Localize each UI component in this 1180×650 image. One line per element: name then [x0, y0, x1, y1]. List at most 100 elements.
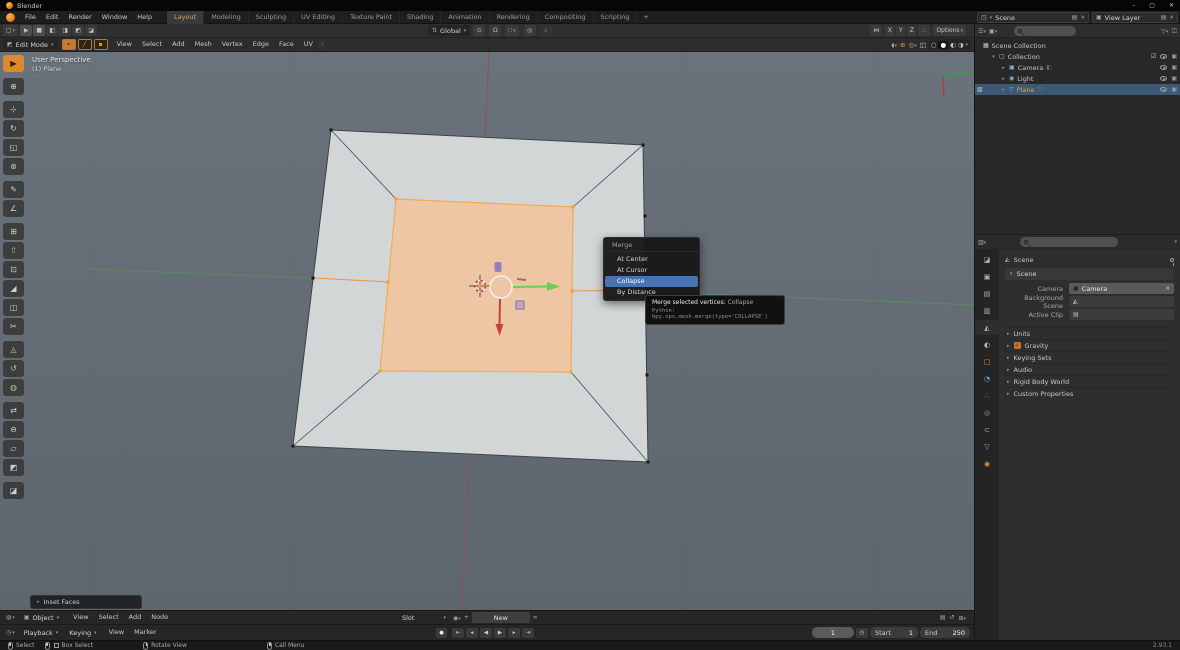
xray-toggle-icon[interactable]: ◫: [920, 41, 926, 49]
keying-dropdown[interactable]: Keying ▾: [65, 627, 101, 638]
tab-modeling[interactable]: Modeling: [204, 10, 249, 24]
shading-solid-icon[interactable]: ●: [938, 40, 949, 49]
viewport-menu-add[interactable]: Add: [167, 38, 190, 51]
outliner-row-camera[interactable]: ▸ ▣ Camera ◧ ▣: [975, 62, 1180, 73]
outliner-row-light[interactable]: ▸ ◉ Light ▣: [975, 73, 1180, 84]
menu-file[interactable]: File: [20, 11, 41, 24]
viewport-menu-view[interactable]: View: [112, 38, 137, 51]
rip-region-tool[interactable]: ◩: [3, 459, 24, 476]
add-cube-tool[interactable]: ⊞: [3, 223, 24, 240]
scene-selector[interactable]: ◳ ▾ Scene ▤ ✕: [977, 12, 1089, 23]
shading-material-icon[interactable]: ◐: [950, 41, 956, 49]
view-layer-browse-icon[interactable]: ▣: [1096, 14, 1102, 21]
menu-item-collapse[interactable]: Collapse: [605, 276, 698, 287]
unlink-scene-icon[interactable]: ✕: [1080, 15, 1085, 21]
view-layer-selector[interactable]: ▣ View Layer ▤ ✕: [1092, 12, 1178, 23]
viewport-menu-uv[interactable]: UV: [299, 38, 318, 51]
expand-arrow-icon[interactable]: ▸: [1001, 76, 1006, 82]
snap-magnet-icon[interactable]: Ω: [489, 25, 502, 36]
outliner-filter-dropdown[interactable]: ▣▾: [989, 27, 997, 35]
blender-app-menu-icon[interactable]: [6, 12, 15, 22]
shading-rendered-icon[interactable]: ◑: [958, 41, 964, 49]
mirror-z-toggle[interactable]: Z: [907, 25, 917, 36]
tab-physics[interactable]: ◎: [975, 405, 999, 420]
proportional-falloff-icon[interactable]: ∧: [539, 25, 552, 36]
timeline-menu-view[interactable]: View: [104, 626, 129, 639]
tab-world[interactable]: ◐: [975, 337, 999, 352]
play-reverse-button[interactable]: ◀: [480, 627, 492, 638]
filter-dropdown[interactable]: ▽▾: [1161, 27, 1168, 35]
edge-select-button[interactable]: ╱: [77, 39, 92, 50]
tab-compositing[interactable]: Compositing: [538, 10, 594, 24]
close-button[interactable]: ✕: [1169, 2, 1174, 9]
viewport-menu-select[interactable]: Select: [137, 38, 167, 51]
pivot-point-dropdown[interactable]: ⊙: [473, 25, 486, 36]
current-frame-field[interactable]: 1: [812, 627, 854, 638]
refresh-icon[interactable]: ↺: [949, 614, 954, 621]
remove-view-layer-icon[interactable]: ✕: [1169, 15, 1174, 21]
viewport-3d[interactable]: ▶ ⊕ ⊹ ↻ ◱ ⊛ ✎ ∠ ⊞ ⇧ ⊡ ◢ ◫ ✂ ◬ ↺ ◍ ⇄ ⊖ ▱ …: [0, 52, 974, 610]
tab-tool[interactable]: ◪: [975, 252, 999, 267]
select-new-icon[interactable]: ■: [33, 25, 46, 36]
vertex-select-button[interactable]: ∙: [61, 39, 76, 50]
end-frame-field[interactable]: End 250: [920, 627, 970, 638]
cursor-tool[interactable]: ⊕: [3, 78, 24, 95]
pin-icon[interactable]: [1170, 257, 1174, 266]
shader-menu-view[interactable]: View: [68, 611, 93, 624]
editor-type-dropdown[interactable]: ◍ ▾: [3, 612, 18, 623]
hide-in-viewport-icon[interactable]: [1160, 54, 1168, 59]
parent-node-icon[interactable]: ▤: [940, 614, 946, 621]
rotate-tool[interactable]: ↻: [3, 120, 24, 137]
shader-menu-add[interactable]: Add: [124, 611, 147, 624]
camera-field[interactable]: ▣ Camera ✕: [1069, 283, 1174, 294]
active-tool-icon[interactable]: ▶: [20, 25, 33, 36]
timeline-menu-marker[interactable]: Marker: [129, 626, 161, 639]
tab-render[interactable]: ▣: [975, 269, 999, 284]
orientation-dropdown[interactable]: ⇅ Global ▾: [428, 25, 471, 36]
tab-object-data[interactable]: ▽: [975, 439, 999, 454]
viewport-menu-face[interactable]: Face: [274, 38, 299, 51]
gizmo-toggle-icon[interactable]: ⊕: [900, 41, 905, 49]
outliner-row-scene-collection[interactable]: ▦ Scene Collection: [975, 40, 1180, 51]
scale-tool[interactable]: ◱: [3, 139, 24, 156]
maximize-button[interactable]: ▢: [1149, 2, 1155, 9]
expand-arrow-icon[interactable]: ▾: [991, 54, 996, 60]
section-gravity[interactable]: ▸ ✓ Gravity: [1005, 339, 1174, 351]
tab-shading[interactable]: Shading: [400, 10, 442, 24]
disable-in-renders-icon[interactable]: ▣: [1171, 86, 1177, 93]
add-icon[interactable]: +: [464, 614, 469, 621]
spin-tool[interactable]: ↺: [3, 360, 24, 377]
select-mode-dropdown[interactable]: ▢ ▾: [3, 25, 19, 36]
outliner-row-plane[interactable]: ▧ ▸ ▽ Plane ▽ ▣: [975, 84, 1180, 95]
start-frame-field[interactable]: Start 1: [870, 627, 918, 638]
new-view-layer-icon[interactable]: ▤: [1161, 14, 1167, 21]
viewport-menu-edge[interactable]: Edge: [248, 38, 274, 51]
viewport-menu-mesh[interactable]: Mesh: [190, 38, 217, 51]
tab-rendering[interactable]: Rendering: [490, 10, 538, 24]
hide-in-viewport-icon[interactable]: [1160, 76, 1168, 81]
browse-material-dropdown[interactable]: ◉▾: [453, 614, 461, 622]
shader-type-dropdown[interactable]: ▣ Object ▾: [19, 612, 64, 623]
scene-panel-header[interactable]: ▾ Scene: [1005, 268, 1174, 280]
play-button[interactable]: ▶: [494, 627, 506, 638]
face-select-button[interactable]: ▪: [93, 39, 108, 50]
new-scene-icon[interactable]: ▤: [1072, 14, 1078, 21]
transform-widget-dropdown[interactable]: ▾: [317, 39, 327, 50]
tab-scripting[interactable]: Scripting: [594, 10, 638, 24]
move-tool[interactable]: ⊹: [3, 101, 24, 118]
snapping-dropdown[interactable]: ⊞▾: [958, 614, 966, 622]
menu-edit[interactable]: Edit: [41, 11, 64, 24]
tab-view-layer[interactable]: ▥: [975, 303, 999, 318]
hide-in-viewport-icon[interactable]: [1160, 87, 1168, 92]
overlays-dropdown[interactable]: ◎▾: [908, 41, 916, 49]
visibility-dropdown[interactable]: ◖▾: [891, 41, 897, 49]
clear-icon[interactable]: ✕: [1165, 286, 1170, 292]
disable-in-renders-icon[interactable]: ▣: [1171, 53, 1177, 60]
expand-arrow-icon[interactable]: ▸: [1001, 65, 1006, 71]
edge-slide-tool[interactable]: ⇄: [3, 402, 24, 419]
shear-tool[interactable]: ▱: [3, 440, 24, 457]
menu-item-at-center[interactable]: At Center: [605, 254, 698, 265]
tab-uv-editing[interactable]: UV Editing: [294, 10, 344, 24]
properties-search-input[interactable]: [1020, 237, 1119, 247]
hide-in-viewport-icon[interactable]: [1160, 65, 1168, 70]
